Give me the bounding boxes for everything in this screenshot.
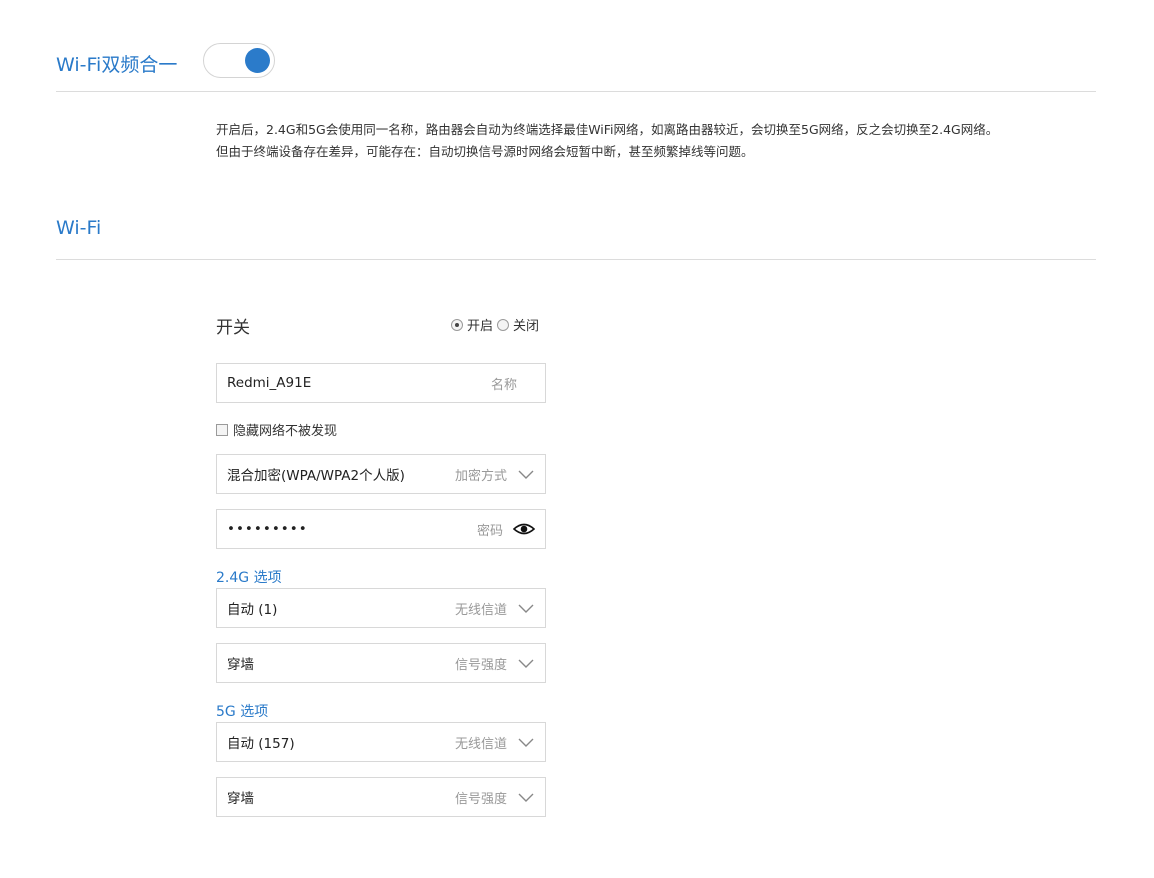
band-5-strength-value: 穿墙 (227, 791, 254, 807)
chevron-down-icon (518, 659, 534, 668)
chevron-down-icon (518, 604, 534, 613)
password-value[interactable]: ••••••••• (227, 521, 477, 537)
password-hint: 密码 (476, 523, 503, 539)
band-5-title: 5G 选项 (216, 704, 269, 720)
encryption-select[interactable]: 混合加密(WPA/WPA2个人版) 加密方式 (216, 454, 546, 494)
chevron-down-icon (518, 470, 534, 479)
band-5-channel-value: 自动 (157) (227, 736, 295, 752)
encryption-hint: 加密方式 (454, 468, 507, 484)
band-24-strength-select[interactable]: 穿墙 信号强度 (216, 643, 546, 683)
band-24-strength-value: 穿墙 (227, 657, 254, 673)
radio-on-label[interactable]: 开启 (467, 315, 493, 334)
band-24-channel-hint: 无线信道 (454, 602, 507, 618)
dual-band-toggle[interactable] (203, 43, 275, 78)
description-line-2: 但由于终端设备存在差异，可能存在：自动切换信号源时网络会短暂中断，甚至频繁掉线等… (216, 144, 754, 159)
divider (56, 259, 1096, 260)
band-5-channel-select[interactable]: 自动 (157) 无线信道 (216, 722, 546, 762)
band-5-strength-hint: 信号强度 (454, 791, 507, 807)
description-line-1: 开启后，2.4G和5G会使用同一名称，路由器会自动为终端选择最佳WiFi网络，如… (216, 122, 999, 137)
band-24-title: 2.4G 选项 (216, 570, 282, 586)
chevron-down-icon (518, 793, 534, 802)
band-24-channel-value: 自动 (1) (227, 602, 278, 618)
radio-off[interactable] (497, 318, 510, 331)
dual-band-description: 开启后，2.4G和5G会使用同一名称，路由器会自动为终端选择最佳WiFi网络，如… (216, 119, 1116, 163)
band-24-strength-hint: 信号强度 (454, 657, 507, 673)
band-5-strength-select[interactable]: 穿墙 信号强度 (216, 777, 546, 817)
wifi-name-hint: 名称 (490, 377, 517, 393)
hide-network-row: 隐藏网络不被发现 (216, 420, 337, 439)
radio-on[interactable] (451, 318, 463, 331)
password-field[interactable]: ••••••••• 密码 (216, 509, 546, 549)
hide-network-label[interactable]: 隐藏网络不被发现 (233, 420, 337, 439)
wifi-name-value[interactable]: Redmi_A91E (227, 375, 491, 391)
wifi-switch-radio-group: 开启 关闭 (451, 315, 543, 334)
encryption-value: 混合加密(WPA/WPA2个人版) (227, 468, 405, 484)
eye-icon[interactable] (513, 521, 535, 537)
chevron-down-icon (518, 738, 534, 747)
dual-band-title: Wi-Fi双频合一 (56, 54, 178, 76)
switch-label: 开关 (216, 318, 250, 338)
toggle-knob (245, 48, 270, 73)
wifi-name-field[interactable]: Redmi_A91E 名称 (216, 363, 546, 403)
radio-off-label[interactable]: 关闭 (513, 315, 539, 334)
hide-network-checkbox[interactable] (216, 423, 228, 436)
wifi-title: Wi-Fi (56, 217, 102, 239)
band-24-channel-select[interactable]: 自动 (1) 无线信道 (216, 588, 546, 628)
band-5-channel-hint: 无线信道 (454, 736, 507, 752)
divider (56, 91, 1096, 92)
